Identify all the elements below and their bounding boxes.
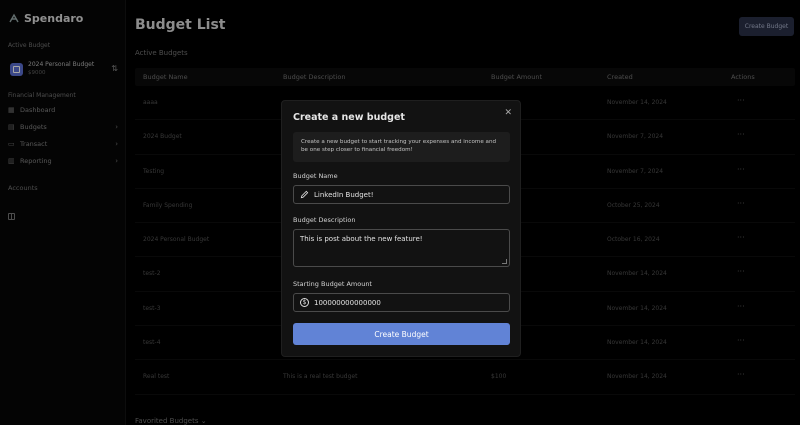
create-budget-modal: Create a new budget ✕ Create a new budge… — [281, 100, 521, 357]
budget-name-label: Budget Name — [293, 172, 338, 180]
budget-description-textarea[interactable]: This is post about the new feature! — [293, 229, 510, 267]
budget-description-value: This is post about the new feature! — [300, 235, 423, 243]
starting-amount-label: Starting Budget Amount — [293, 280, 372, 288]
budget-name-input[interactable]: LinkedIn Budget! — [293, 185, 510, 204]
dollar-icon: $ — [300, 298, 309, 307]
close-icon[interactable]: ✕ — [504, 108, 512, 118]
info-message: Create a new budget to start tracking yo… — [293, 132, 510, 162]
modal-title: Create a new budget — [293, 112, 405, 123]
budget-name-value: LinkedIn Budget! — [314, 190, 374, 199]
starting-amount-value: 100000000000000 — [314, 298, 381, 307]
pencil-icon — [300, 190, 309, 199]
resize-handle[interactable] — [502, 259, 507, 264]
starting-amount-input[interactable]: $ 100000000000000 — [293, 293, 510, 312]
budget-description-label: Budget Description — [293, 216, 356, 224]
submit-create-budget-button[interactable]: Create Budget — [293, 323, 510, 345]
